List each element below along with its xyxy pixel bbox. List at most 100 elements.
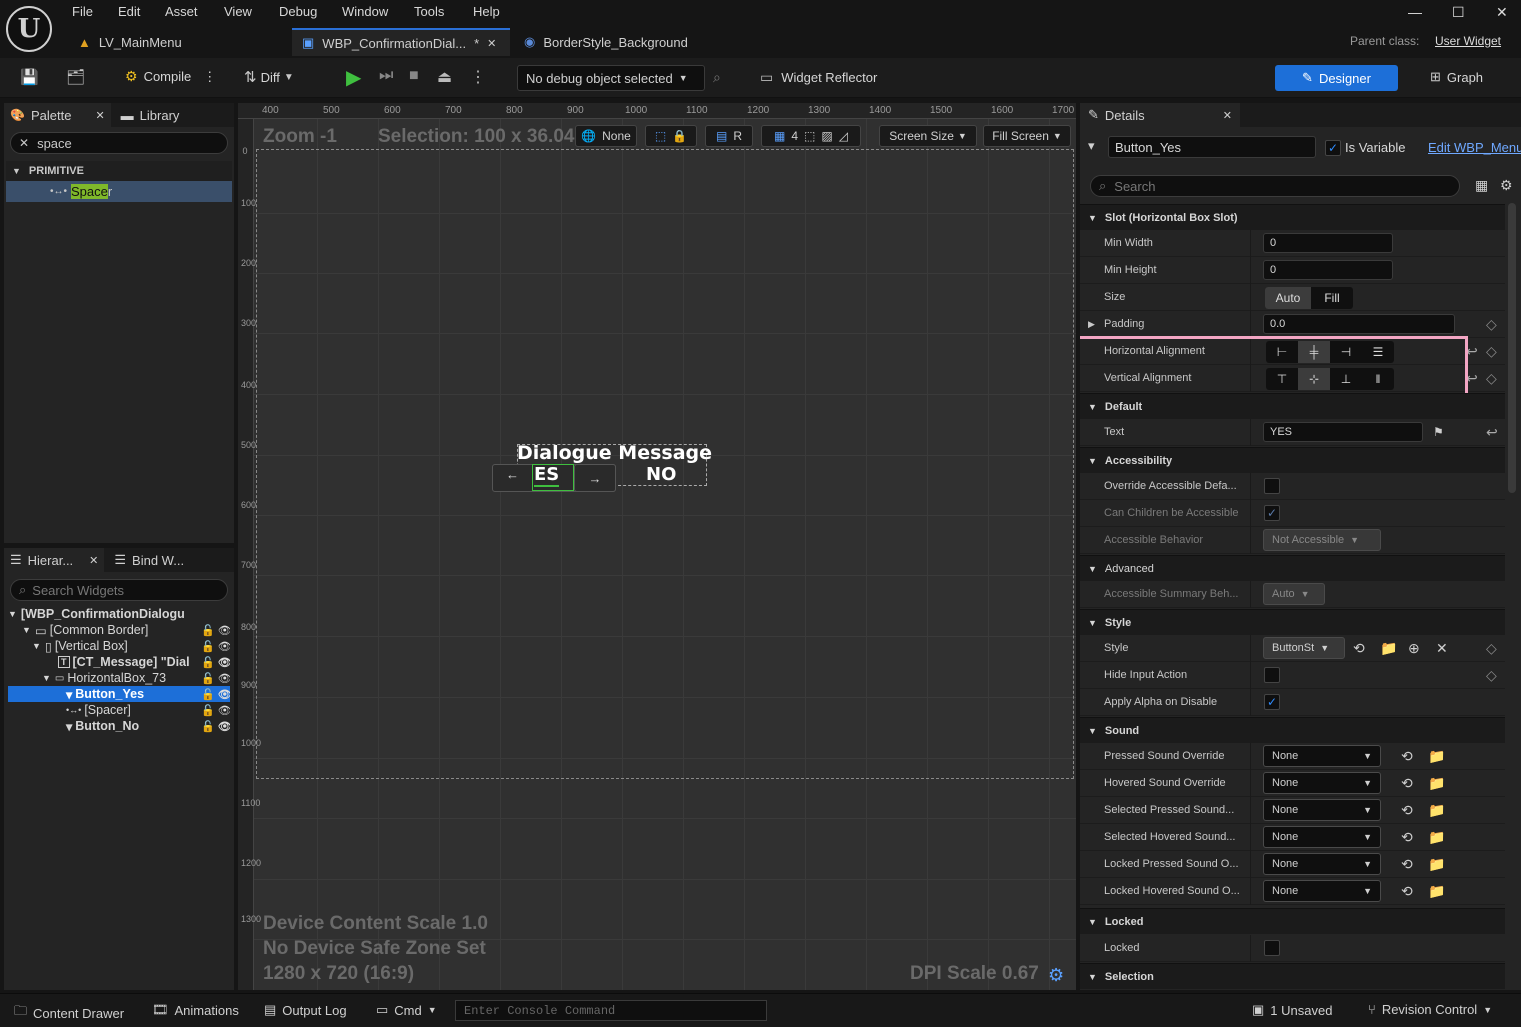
tree-row-horizontal-box[interactable]: ▼ ▭ HorizontalBox_73 🔓 👁 [8,670,230,686]
style-select[interactable]: ButtonSt ▼ [1263,637,1345,659]
maximize-button[interactable]: ☐ [1452,4,1465,21]
pressed-sound-select[interactable]: None ▼ [1263,745,1381,767]
designer-canvas[interactable]: 400 500 600 700 800 900 1000 1100 1200 1… [238,103,1076,990]
debug-object-select[interactable]: No debug object selected ▼ [517,65,705,91]
size-auto-option[interactable]: Auto [1265,287,1311,309]
selected-pressed-sound-select[interactable]: None ▼ [1263,799,1381,821]
locked-hovered-sound-select[interactable]: None ▼ [1263,880,1381,902]
palette-item-spacer[interactable]: •↔• Spacer [6,181,232,202]
browse-asset-icon[interactable]: 📁 [1428,748,1445,765]
lock-visibility-icons[interactable]: 🔓 👁 [201,704,230,717]
use-selected-icon[interactable]: ⟲ [1401,883,1413,900]
tree-row-button-yes[interactable]: ▾ Button_Yes 🔓 👁 [8,686,230,702]
section-locked[interactable]: ▼ Locked [1080,908,1505,934]
lock-visibility-icons[interactable]: 🔓 👁 [201,656,230,669]
menu-view[interactable]: View [224,4,252,19]
dpi-settings-icon[interactable]: ⚙ [1048,965,1064,986]
clear-icon[interactable]: ✕ [1436,640,1448,657]
palette-search-input[interactable]: ✕ space [10,132,228,154]
tab-lv-mainmenu[interactable]: ▲ LV_MainMenu [68,28,288,56]
designer-mode-button[interactable]: ✎ Designer [1275,65,1398,91]
localize-flag-icon[interactable]: ⚑ [1433,425,1444,439]
keyframe-diamond-icon[interactable]: ◇ [1486,640,1497,657]
tab-borderstyle[interactable]: ◉ BorderStyle_Background [514,28,734,56]
edit-blueprint-link[interactable]: Edit WBP_Menu [1428,140,1521,155]
console-command-input[interactable]: Enter Console Command [455,1000,767,1021]
parent-class-link[interactable]: User Widget [1435,34,1501,48]
use-selected-icon[interactable]: ⟲ [1401,748,1413,765]
hovered-sound-select[interactable]: None ▼ [1263,772,1381,794]
apply-alpha-checkbox[interactable]: ✓ [1264,694,1280,710]
hide-input-checkbox[interactable] [1264,667,1280,683]
size-toggle[interactable]: Auto Fill [1265,287,1353,309]
close-tab-icon[interactable]: ✕ [95,109,104,122]
section-default[interactable]: ▼ Default [1080,393,1505,419]
details-search-input[interactable]: ⌕ Search [1090,175,1460,197]
use-selected-icon[interactable]: ⟲ [1401,856,1413,873]
find-object-icon[interactable]: ⌕ [713,69,721,86]
fill-screen-dropdown[interactable]: Fill Screen ▼ [983,125,1071,147]
content-drawer-button[interactable]: 🗀 Content Drawer [14,1002,124,1024]
menu-asset[interactable]: Asset [165,4,198,19]
dialog-message-text[interactable]: Dialogue Message [517,442,712,464]
section-accessibility[interactable]: ▼ Accessibility [1080,447,1505,473]
tab-hierarchy[interactable]: ☰ Hierar... ✕ [4,548,105,572]
menu-edit[interactable]: Edit [118,4,140,19]
browse-asset-icon[interactable]: 📁 [1428,775,1445,792]
flow-direction-button[interactable]: ▤ R [705,125,753,147]
override-accessible-checkbox[interactable] [1264,478,1280,494]
section-slot[interactable]: ▼ Slot (Horizontal Box Slot) [1080,204,1505,230]
move-right-arrow[interactable]: → [574,464,616,492]
accessible-summary-select[interactable]: Auto ▼ [1263,583,1325,605]
menu-help[interactable]: Help [473,4,500,19]
animations-button[interactable]: 🎞 Animations [152,1002,239,1018]
localization-button[interactable]: 🌐 None [575,125,637,147]
size-fill-option[interactable]: Fill [1311,287,1353,309]
section-selection[interactable]: ▼ Selection [1080,963,1505,989]
widget-name-field[interactable]: Button_Yes [1108,136,1316,158]
browse-asset-icon[interactable]: 📁 [1380,640,1397,657]
close-tab-icon[interactable]: ✕ [89,554,98,567]
close-tab-icon[interactable]: ✕ [1223,109,1232,122]
use-selected-icon[interactable]: ⟲ [1401,775,1413,792]
save-icon[interactable]: 💾 [20,68,39,86]
settings-gear-icon[interactable]: ⚙ [1500,177,1513,194]
tree-row-spacer[interactable]: •↔• [Spacer] 🔓 👁 [8,702,230,718]
tree-row-vertical-box[interactable]: ▼ ▯ [Vertical Box] 🔓 👁 [8,638,230,654]
min-width-input[interactable]: 0 [1263,233,1393,253]
lock-visibility-icons[interactable]: 🔓 👁 [201,688,230,701]
close-tab-icon[interactable]: ✕ [487,37,496,50]
add-icon[interactable]: ⊕ [1408,640,1420,657]
respect-locks-button[interactable]: ⬚ 🔒 [645,125,697,147]
keyframe-diamond-icon[interactable]: ◇ [1486,316,1497,333]
diff-button[interactable]: ⇅ Diff ▼ [244,68,294,86]
padding-input[interactable]: 0.0 [1263,314,1455,334]
section-style[interactable]: ▼ Style [1080,609,1505,635]
tab-palette[interactable]: 🎨 Palette ✕ [4,103,111,127]
tree-row-root[interactable]: ▼ [WBP_ConfirmationDialogu [8,606,230,622]
grid-snap-button[interactable]: ▦ 4 ⬚ ▨ ◿ [761,125,861,147]
primitive-category[interactable]: ▼ PRIMITIVE [6,161,232,181]
kebab-icon[interactable]: ⋮ [203,69,216,85]
close-window-button[interactable]: ✕ [1496,4,1508,21]
details-scrollbar[interactable] [1508,203,1516,493]
keyframe-diamond-icon[interactable]: ◇ [1486,667,1497,684]
use-selected-icon[interactable]: ⟲ [1401,802,1413,819]
play-options-icon[interactable]: ⋮ [470,67,486,87]
lock-visibility-icons[interactable]: 🔓 👁 [201,720,230,733]
graph-mode-button[interactable]: ⊞ Graph [1430,69,1483,85]
is-variable-checkbox[interactable]: ✓ [1325,140,1341,156]
stop-icon[interactable]: ■ [409,67,419,85]
browse-icon[interactable]: 🗂 [66,68,85,86]
step-icon[interactable]: ⏭ [379,67,393,85]
screen-size-dropdown[interactable]: Screen Size ▼ [879,125,977,147]
tab-bind-widgets[interactable]: ☰ Bind W... [104,552,194,568]
locked-pressed-sound-select[interactable]: None ▼ [1263,853,1381,875]
reset-arrow-icon[interactable]: ↩ [1486,424,1498,441]
revision-control-button[interactable]: ⑂ Revision Control ▼ [1368,1002,1492,1017]
browse-asset-icon[interactable]: 📁 [1428,856,1445,873]
keyframe-diamond-icon[interactable]: ◇ [1486,343,1497,360]
children-accessible-checkbox[interactable]: ✓ [1264,505,1280,521]
minimize-button[interactable]: — [1408,4,1422,20]
tab-details[interactable]: ✎ Details ✕ [1080,103,1240,127]
